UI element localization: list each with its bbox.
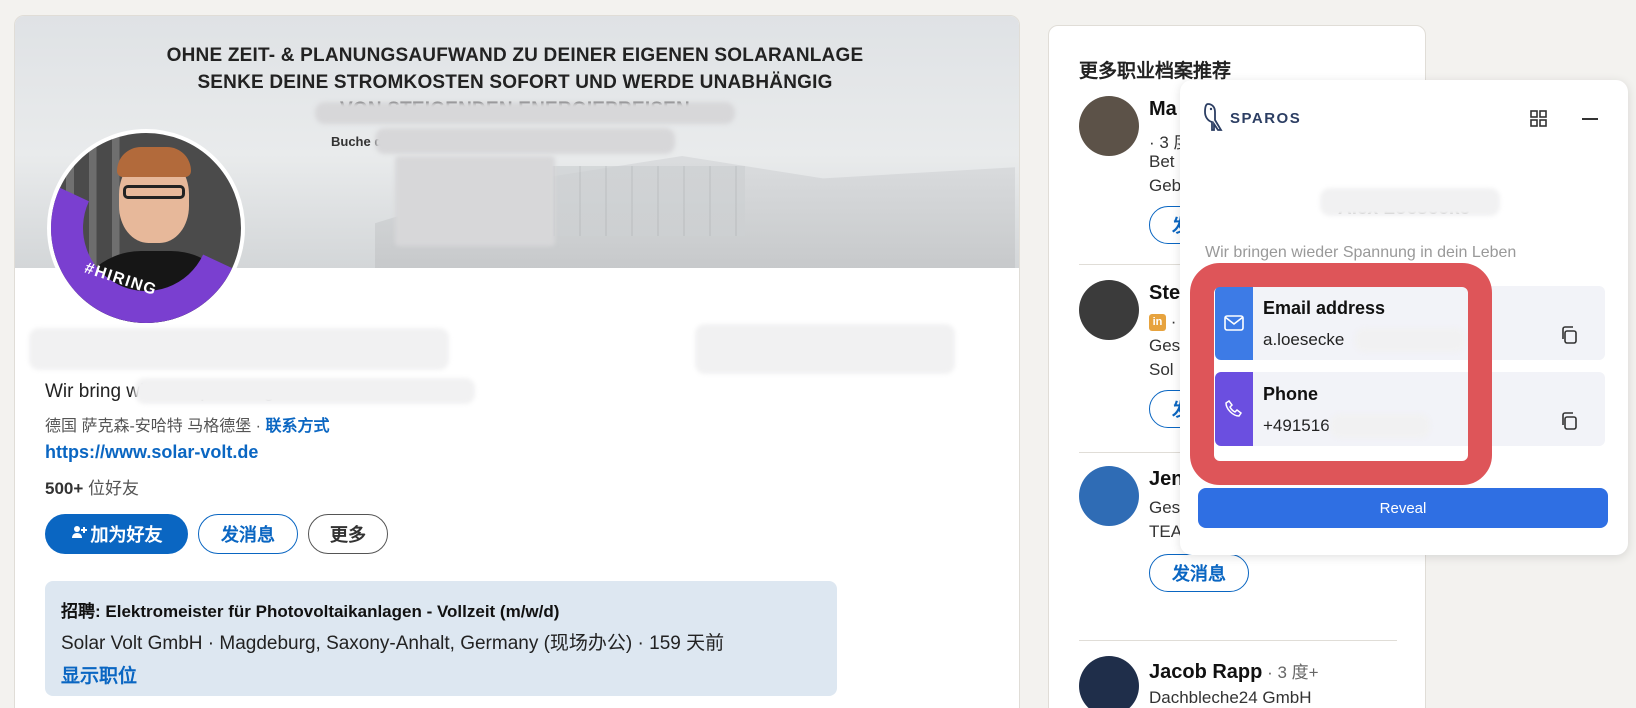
redaction-blur — [395, 156, 555, 246]
sparos-brand: SPAROS — [1230, 109, 1302, 127]
redaction-blur — [315, 102, 735, 124]
sparos-contact-headline: Wir bringen wieder Spannung in dein Lebe… — [1205, 244, 1517, 261]
connections-label: 位好友 — [83, 479, 140, 498]
add-person-icon — [71, 524, 87, 544]
sidebar-title: 更多职业档案推荐 — [1079, 61, 1232, 82]
person-avatar — [1079, 656, 1139, 708]
copy-icon[interactable] — [1560, 412, 1578, 430]
person-avatar — [1079, 466, 1139, 526]
person-degree: · 3 度+ — [1262, 663, 1319, 682]
redaction-blur — [695, 324, 955, 374]
divider — [1079, 640, 1397, 641]
more-button[interactable]: 更多 — [308, 514, 388, 554]
message-button[interactable]: 发消息 — [198, 514, 298, 554]
person-line: Sol — [1149, 360, 1174, 379]
banner-line-1: OHNE ZEIT- & PLANUNGSAUFWAND ZU DEINER E… — [166, 45, 864, 66]
copy-icon[interactable] — [1560, 326, 1578, 344]
show-job-link[interactable]: 显示职位 — [61, 661, 821, 688]
minimize-icon[interactable] — [1582, 118, 1598, 120]
person-name[interactable]: Ma — [1149, 98, 1177, 121]
connections-number: 500+ — [45, 479, 84, 498]
annotation-highlight-box — [1190, 263, 1492, 485]
job-meta: Solar Volt GmbH · Magdeburg, Saxony-Anha… — [61, 633, 725, 654]
person-company: Dachbleche24 GmbH — [1149, 688, 1312, 707]
connections-count: 500+ 位好友 — [45, 474, 139, 499]
job-title: 招聘: Elektromeister für Photovoltaikanlag… — [61, 602, 560, 621]
person-line: Ges — [1149, 498, 1181, 517]
person-line: Geb — [1149, 176, 1182, 195]
redaction-blur — [29, 328, 449, 370]
website-link[interactable]: https://www.solar-volt.de — [45, 442, 258, 463]
redaction-blur — [1320, 188, 1500, 216]
linkedin-premium-icon: in — [1149, 314, 1166, 332]
banner-line-2: SENKE DEINE STROMKOSTEN SOFORT UND WERDE… — [197, 72, 833, 93]
connect-label: 加为好友 — [90, 525, 163, 545]
connect-button[interactable]: 加为好友 — [45, 514, 188, 554]
person-name[interactable]: Ste — [1149, 282, 1180, 305]
reveal-button[interactable]: Reveal — [1198, 488, 1608, 528]
sparos-logo: SPAROS — [1202, 102, 1301, 134]
redaction-blur — [375, 128, 675, 154]
hiring-job-card[interactable]: 招聘: Elektromeister für Photovoltaikanlag… — [45, 581, 837, 696]
grid-icon[interactable] — [1530, 110, 1548, 128]
contact-info-link[interactable]: 联系方式 — [265, 418, 329, 435]
person-degree-text: · — [1170, 312, 1177, 331]
location-text: 德国 萨克森-安哈特 马格德堡 · — [45, 418, 266, 435]
person-avatar — [1079, 280, 1139, 340]
person-line: Ges — [1149, 336, 1181, 355]
person-line: Bet — [1149, 152, 1175, 171]
person-name[interactable]: Jacob Rapp · 3 度+ — [1149, 658, 1319, 684]
person-name-text: Jacob Rapp — [1149, 661, 1263, 683]
profile-card: OHNE ZEIT- & PLANUNGSAUFWAND ZU DEINER E… — [14, 15, 1020, 708]
person-message-button[interactable]: 发消息 — [1149, 554, 1249, 592]
recommended-person[interactable]: Jacob Rapp · 3 度+ Dachbleche24 GmbH — [1079, 656, 1409, 708]
profile-location: 德国 萨克森-安哈特 马格德堡 · 联系方式 — [45, 412, 329, 436]
person-degree: in · — [1149, 312, 1176, 332]
redaction-blur — [135, 378, 475, 404]
person-avatar — [1079, 96, 1139, 156]
person-name[interactable]: Jen — [1149, 468, 1183, 491]
sparos-bird-icon — [1204, 103, 1223, 131]
